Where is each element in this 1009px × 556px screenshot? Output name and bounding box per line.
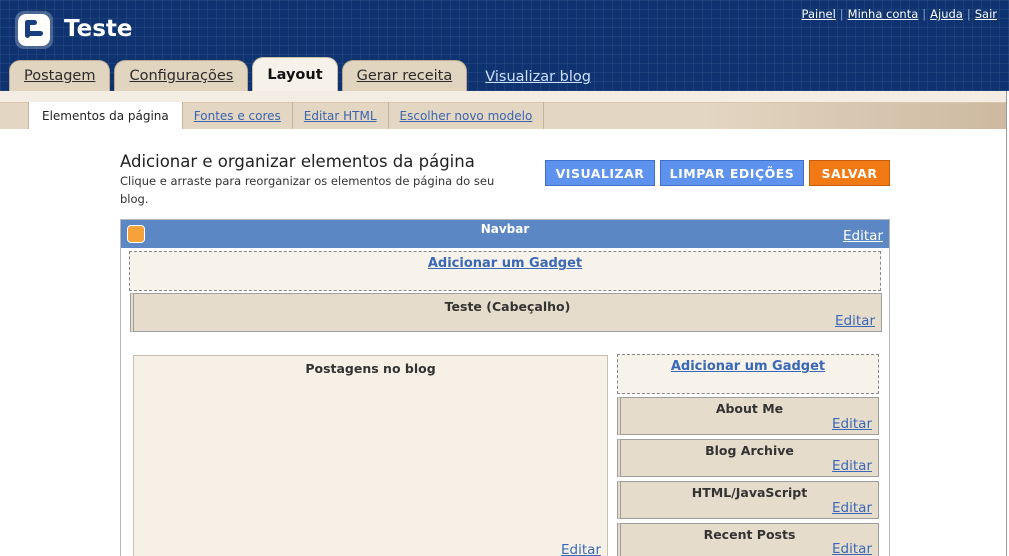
- sign-out-link[interactable]: Sair: [975, 7, 997, 21]
- tab-layout[interactable]: Layout: [252, 57, 338, 91]
- tab-configuracoes[interactable]: Configurações: [114, 60, 249, 91]
- view-blog-link[interactable]: Visualizar blog: [485, 67, 591, 87]
- widget-title: HTML/JavaScript: [691, 485, 808, 500]
- subtabs: Elementos da página Fontes e cores Edita…: [28, 102, 545, 129]
- link-separator: |: [839, 7, 844, 21]
- main-tabs: Postagem Configurações Layout Gerar rece…: [9, 57, 591, 91]
- blog-posts-widget[interactable]: Postagens no blog Editar: [133, 355, 608, 556]
- add-gadget-link[interactable]: Adicionar um Gadget: [671, 359, 825, 374]
- blog-title: Teste: [64, 16, 133, 42]
- about-me-edit-link[interactable]: Editar: [832, 416, 872, 432]
- recent-posts-widget[interactable]: Recent Posts Editar: [617, 523, 879, 556]
- navbar-edit-link[interactable]: Editar: [843, 228, 883, 244]
- widget-title: Blog Archive: [705, 443, 794, 458]
- layout-editor: Navbar Editar Adicionar um Gadget Teste …: [120, 219, 890, 556]
- header-widget[interactable]: Teste (Cabeçalho) Editar: [130, 293, 882, 332]
- subnav: Elementos da página Fontes e cores Edita…: [0, 91, 1006, 129]
- add-gadget-header: Adicionar um Gadget: [129, 251, 881, 291]
- subtab-choose-template[interactable]: Escolher novo modelo: [389, 102, 545, 129]
- navbar-title: Navbar: [480, 222, 530, 236]
- link-separator: |: [966, 7, 971, 21]
- subtab-page-elements[interactable]: Elementos da página: [28, 102, 183, 129]
- about-me-widget[interactable]: About Me Editar: [617, 397, 879, 435]
- link-separator: |: [922, 7, 927, 21]
- widget-title: Teste (Cabeçalho): [444, 299, 571, 314]
- subtab-edit-html[interactable]: Editar HTML: [293, 102, 389, 129]
- recent-posts-edit-link[interactable]: Editar: [832, 541, 872, 556]
- page-title: Adicionar e organizar elementos da págin…: [120, 152, 475, 171]
- blog-posts-edit-link[interactable]: Editar: [561, 542, 601, 556]
- account-links: Painel | Minha conta | Ajuda | Sair: [802, 7, 997, 21]
- tab-postagem[interactable]: Postagem: [9, 60, 111, 91]
- dashboard-link[interactable]: Painel: [802, 7, 836, 21]
- widget-title: Recent Posts: [703, 527, 796, 542]
- page-description: Clique e arraste para reorganizar os ele…: [120, 174, 495, 206]
- blogger-logo-icon: [15, 11, 53, 49]
- header-edit-link[interactable]: Editar: [835, 313, 875, 329]
- my-account-link[interactable]: Minha conta: [848, 7, 919, 21]
- blogger-header: Teste Painel | Minha conta | Ajuda | Sair Post…: [0, 0, 1009, 91]
- help-link[interactable]: Ajuda: [930, 7, 963, 21]
- blog-archive-edit-link[interactable]: Editar: [832, 458, 872, 474]
- html-javascript-widget[interactable]: HTML/JavaScript Editar: [617, 481, 879, 519]
- html-javascript-edit-link[interactable]: Editar: [832, 500, 872, 516]
- clear-edits-button[interactable]: LIMPAR EDIÇÕES: [660, 160, 804, 186]
- widget-title: Postagens no blog: [305, 361, 436, 376]
- add-gadget-sidebar: Adicionar um Gadget: [617, 354, 879, 394]
- tab-gerar-receita[interactable]: Gerar receita: [341, 60, 468, 91]
- navbar-widget: Navbar Editar: [121, 220, 889, 248]
- blog-archive-widget[interactable]: Blog Archive Editar: [617, 439, 879, 477]
- preview-button[interactable]: VISUALIZAR: [545, 160, 655, 186]
- widget-title: About Me: [715, 401, 784, 416]
- subtab-fonts-colors[interactable]: Fontes e cores: [183, 102, 293, 129]
- add-gadget-link[interactable]: Adicionar um Gadget: [428, 256, 582, 271]
- save-button[interactable]: SALVAR: [809, 160, 890, 186]
